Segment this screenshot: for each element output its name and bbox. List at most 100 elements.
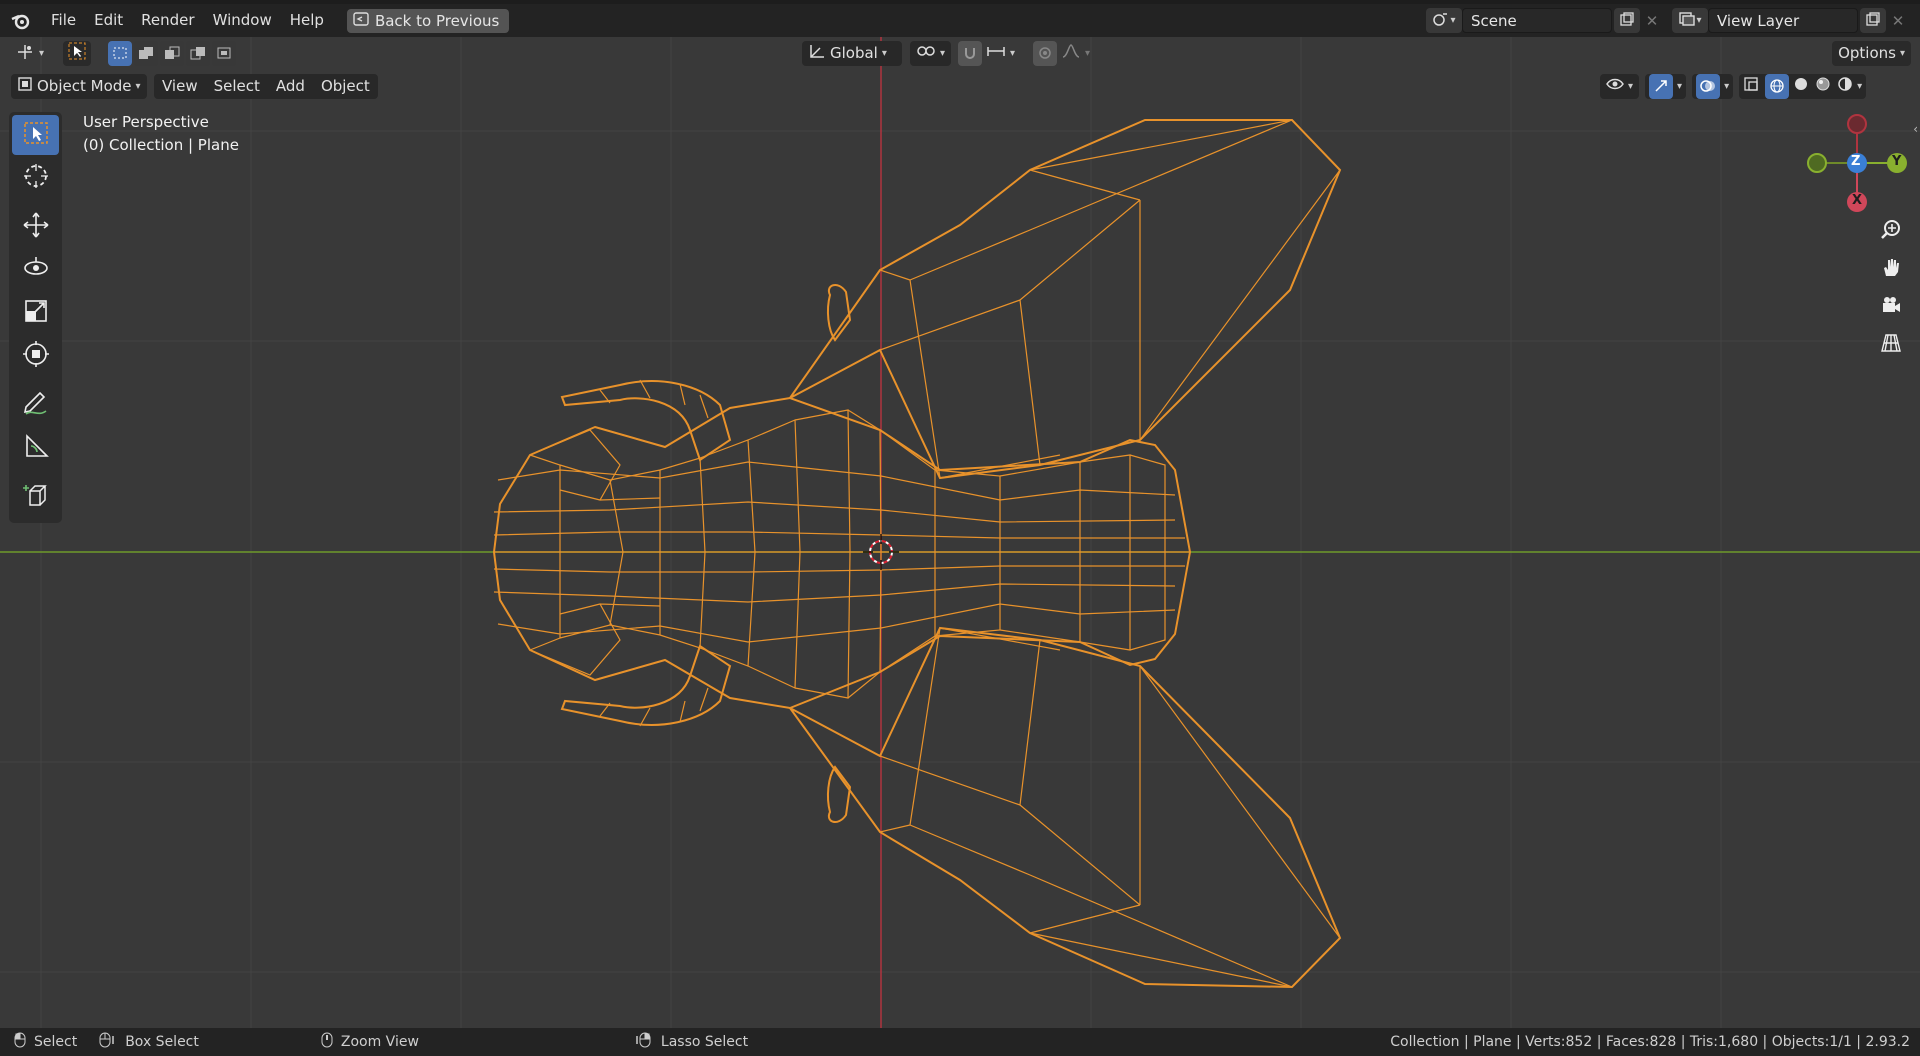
- rotate-tool[interactable]: [12, 250, 59, 290]
- view-layer-icon: [1678, 11, 1696, 31]
- pivot-point-dropdown[interactable]: ▾: [910, 40, 952, 66]
- menu-render[interactable]: Render: [132, 4, 203, 37]
- wireframe-shading-icon[interactable]: [1765, 73, 1790, 99]
- material-shading-icon[interactable]: [1813, 76, 1833, 96]
- magnet-icon[interactable]: [958, 40, 982, 66]
- orientation-label: Global: [830, 44, 878, 62]
- status-select: Select: [14, 1032, 77, 1052]
- gizmo-toggle[interactable]: ▾: [1645, 73, 1687, 99]
- scene-selector: ▾ Scene ✕: [1426, 4, 1664, 37]
- viewport-display-controls: ▾ ▾ ▾ ▾: [1600, 73, 1867, 99]
- select-box-icon: [22, 120, 50, 150]
- xray-icon[interactable]: [1743, 76, 1763, 96]
- object-mode-icon: [17, 76, 33, 96]
- options-dropdown[interactable]: Options ▾: [1832, 40, 1911, 66]
- status-bar: Select Box Select Zoom View Lasso Select…: [0, 1028, 1920, 1056]
- menu-add[interactable]: Add: [268, 77, 313, 95]
- solid-shading-icon[interactable]: [1791, 76, 1811, 96]
- scene-statistics: Collection | Plane | Verts:852 | Faces:8…: [1390, 1034, 1910, 1050]
- visibility-dropdown[interactable]: ▾: [1600, 73, 1640, 99]
- select-subtract-icon[interactable]: [160, 40, 184, 66]
- select-invert-icon[interactable]: [186, 40, 210, 66]
- zoom-icon: [1880, 218, 1902, 244]
- fly-mesh-wireframe: [492, 119, 1342, 989]
- orientation-icon: [808, 43, 826, 63]
- tool-header: ▾ Global ▾ ▾ ▾ ▾ Options ▾: [0, 37, 1920, 69]
- menu-object[interactable]: Object: [313, 77, 378, 95]
- back-to-previous-label: Back to Previous: [374, 11, 500, 30]
- viewport-menus: View Select Add Object: [154, 73, 378, 99]
- select-intersect-icon[interactable]: [212, 40, 236, 66]
- tool-shelf: [9, 112, 62, 523]
- eye-icon: [1606, 77, 1624, 95]
- blender-logo-icon[interactable]: [0, 4, 42, 37]
- back-to-previous-button[interactable]: Back to Previous: [346, 8, 510, 33]
- menu-view[interactable]: View: [154, 77, 206, 95]
- cursor-tool[interactable]: [12, 158, 59, 198]
- toggle-perspective-button[interactable]: [1876, 330, 1906, 360]
- 3d-viewport[interactable]: [0, 37, 1920, 1028]
- overlays-icon: [1696, 73, 1721, 99]
- scene-browse-button[interactable]: ▾: [1426, 8, 1462, 33]
- scene-name-field[interactable]: Scene: [1462, 8, 1612, 33]
- scene-icon: [1432, 11, 1450, 31]
- transform-icon: [22, 340, 50, 372]
- menu-help[interactable]: Help: [281, 4, 333, 37]
- gizmo-icon: [1649, 73, 1674, 99]
- snap-increment-icon[interactable]: [986, 44, 1006, 62]
- view-layer-browse-button[interactable]: ▾: [1672, 8, 1708, 33]
- camera-view-button[interactable]: [1876, 292, 1906, 322]
- mouse-middle-icon: [321, 1032, 333, 1052]
- shading-dropdown-icon[interactable]: ▾: [1857, 81, 1862, 92]
- add-cube-tool[interactable]: [12, 477, 59, 517]
- transform-pivot-dropdown[interactable]: ▾: [9, 41, 50, 66]
- viewport-canvas: [0, 37, 1920, 1028]
- pan-view-button[interactable]: [1876, 254, 1906, 284]
- select-extend-icon[interactable]: [134, 40, 158, 66]
- menu-edit[interactable]: Edit: [85, 4, 132, 37]
- scale-icon: [22, 297, 50, 329]
- menu-select[interactable]: Select: [206, 77, 268, 95]
- transform-tool[interactable]: [12, 336, 59, 376]
- transform-orientation-dropdown[interactable]: Global ▾: [802, 40, 902, 66]
- falloff-icon[interactable]: [1061, 44, 1081, 62]
- new-view-layer-button[interactable]: [1860, 8, 1886, 33]
- 3d-cursor-tool-icon: [22, 162, 50, 194]
- view-layer-name-field[interactable]: View Layer: [1708, 8, 1858, 33]
- scale-tool[interactable]: [12, 293, 59, 333]
- link-icon: [916, 44, 936, 62]
- rendered-shading-icon[interactable]: [1835, 76, 1855, 96]
- mouse-drag-icon: [99, 1032, 117, 1052]
- menu-window[interactable]: Window: [204, 4, 281, 37]
- new-scene-button[interactable]: [1614, 8, 1640, 33]
- status-lasso-select: Lasso Select: [635, 1032, 748, 1052]
- menu-file[interactable]: File: [42, 4, 85, 37]
- move-tool[interactable]: [12, 207, 59, 247]
- annotate-pencil-icon: [22, 389, 50, 421]
- measure-ruler-icon: [22, 432, 50, 464]
- pivot-icon: [15, 42, 35, 64]
- annotate-tool[interactable]: [12, 385, 59, 425]
- grid-perspective-icon: [1880, 332, 1902, 358]
- zoom-view-button[interactable]: [1876, 216, 1906, 246]
- overlays-toggle[interactable]: ▾: [1692, 73, 1734, 99]
- gizmo-x-label: X: [1852, 193, 1863, 208]
- proportional-edit-icon[interactable]: [1033, 40, 1057, 66]
- select-tool-mode-button[interactable]: [63, 40, 91, 66]
- options-label: Options: [1838, 44, 1896, 62]
- status-zoom-view-label: Zoom View: [340, 1034, 419, 1050]
- sidebar-toggle-icon[interactable]: ‹: [1913, 122, 1918, 136]
- measure-tool[interactable]: [12, 428, 59, 468]
- active-collection-label: (0) Collection | Plane: [83, 136, 239, 154]
- select-new-icon[interactable]: [108, 40, 132, 66]
- close-icon[interactable]: ✕: [1640, 12, 1664, 30]
- select-box-tool[interactable]: [12, 115, 59, 155]
- shading-group: ▾: [1739, 73, 1867, 99]
- object-mode-dropdown[interactable]: Object Mode ▾: [11, 73, 147, 99]
- close-icon[interactable]: ✕: [1886, 12, 1910, 30]
- status-select-label: Select: [34, 1034, 78, 1050]
- gizmo-z-label: Z: [1851, 154, 1861, 169]
- camera-icon: [1880, 294, 1902, 320]
- proportional-editing-group: ▾: [1027, 40, 1096, 66]
- navigation-gizmo[interactable]: Z Y X: [1800, 108, 1910, 218]
